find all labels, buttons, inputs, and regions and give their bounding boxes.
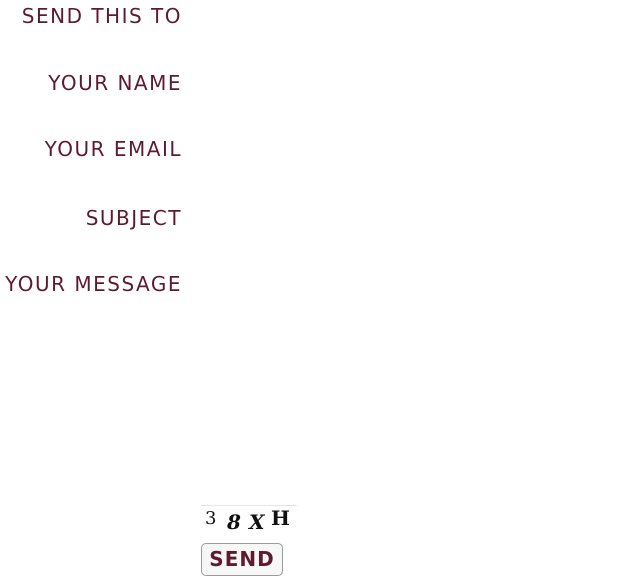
captcha-image: 3 8 X H: [201, 505, 297, 534]
your-email-input[interactable]: [200, 137, 620, 163]
send-to-label: SEND THIS TO: [21, 4, 182, 28]
send-button[interactable]: SEND: [201, 543, 283, 576]
subject-label: SUBJECT: [85, 206, 182, 230]
your-name-input[interactable]: [200, 71, 620, 97]
subject-input[interactable]: [200, 206, 620, 232]
your-email-label: YOUR EMAIL: [44, 137, 182, 161]
your-name-label: YOUR NAME: [48, 71, 182, 95]
send-to-input[interactable]: [200, 4, 620, 30]
captcha-char: X: [249, 510, 265, 534]
your-message-label: YOUR MESSAGE: [5, 272, 182, 296]
captcha-char: 3: [205, 508, 217, 529]
captcha-char: H: [271, 506, 290, 530]
your-message-textarea[interactable]: [200, 272, 620, 482]
captcha-char: 8: [227, 510, 241, 534]
